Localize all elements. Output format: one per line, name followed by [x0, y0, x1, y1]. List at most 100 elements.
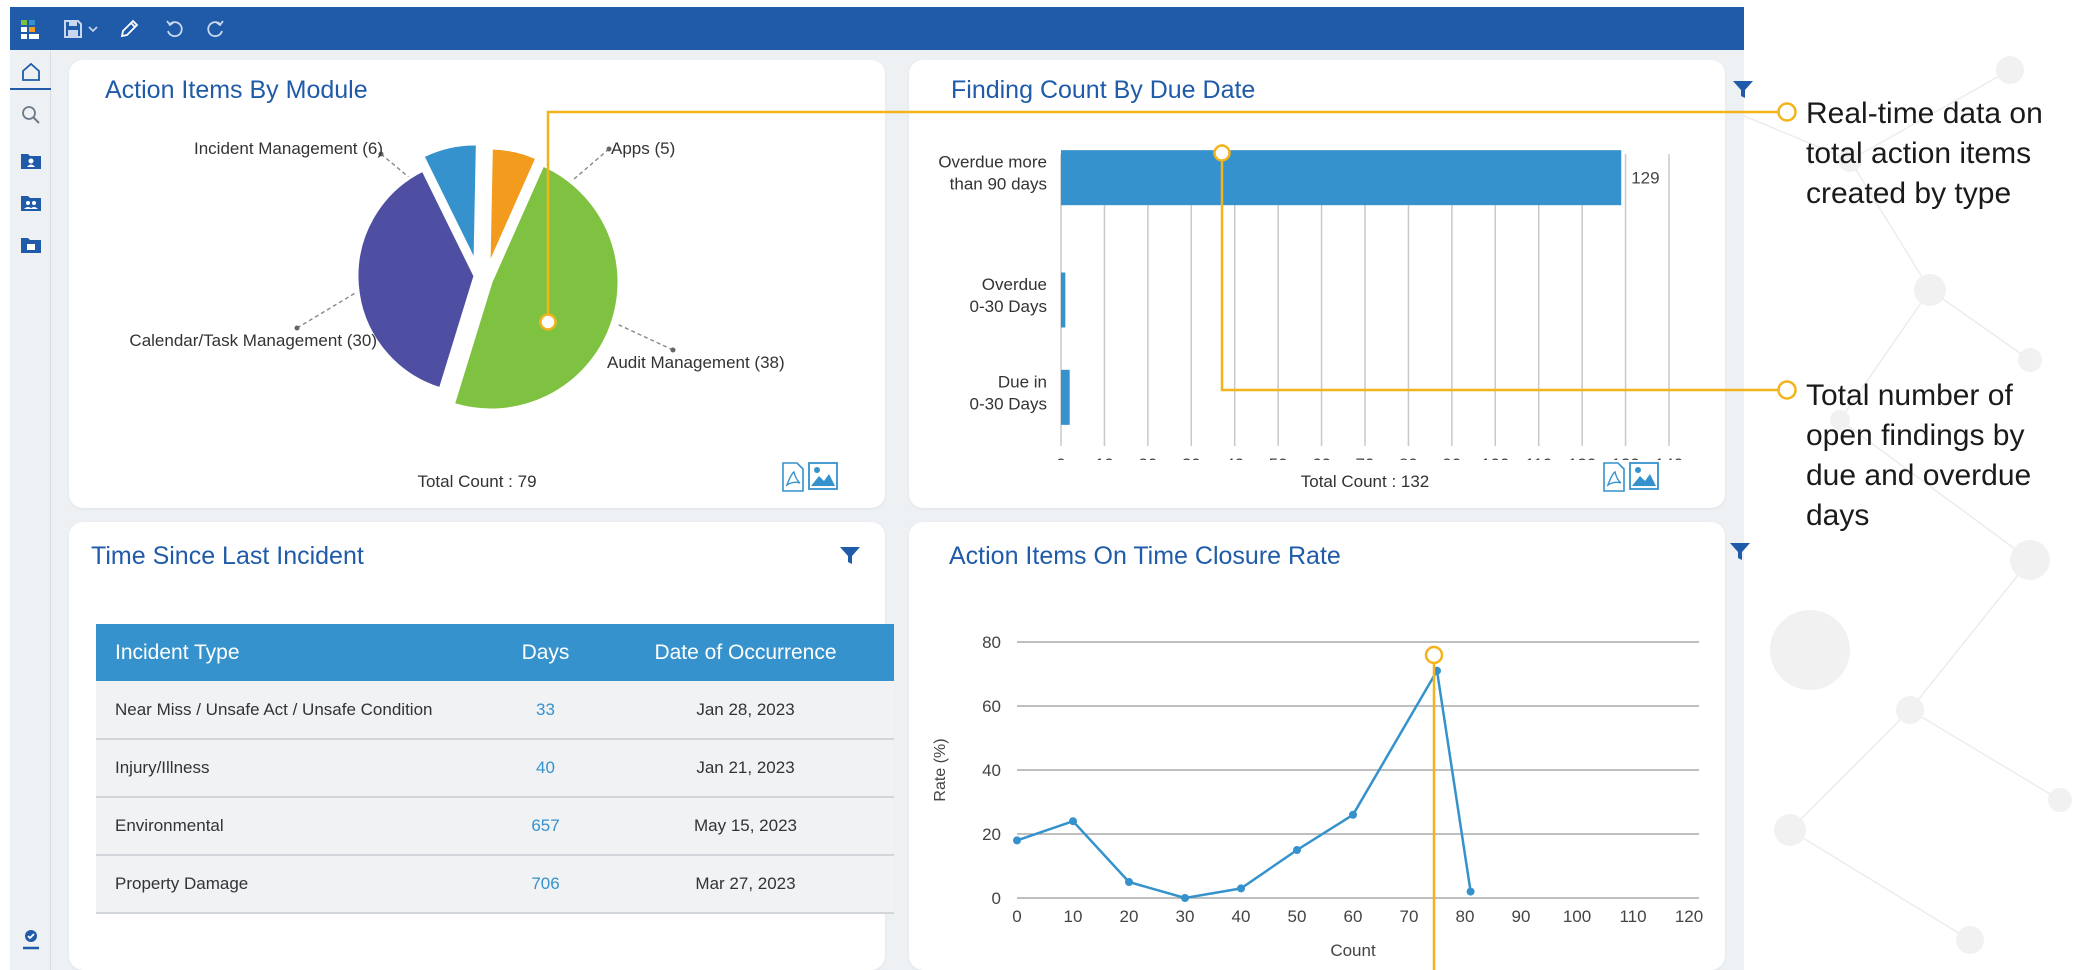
- redo-icon[interactable]: [200, 7, 230, 50]
- closure-rate-line-chart: 0 20 40 60 80 0 10 20 30 40 50 60 70 80 90 100 110 120 Cou…: [932, 633, 1703, 960]
- x-tick-label: 10: [1095, 455, 1114, 460]
- bar: [1061, 369, 1070, 425]
- x-tick-label: 70: [1400, 907, 1419, 926]
- action-items-total: Total Count : 79: [417, 472, 537, 491]
- y-category-label: 0-30 Days: [970, 297, 1047, 316]
- filter-icon[interactable]: [1732, 80, 1754, 100]
- bar: [1061, 150, 1622, 206]
- pie-slice-label: Incident Management (6): [194, 139, 383, 158]
- pdf-export-icon[interactable]: [1602, 462, 1626, 492]
- incident-type-cell: Environmental: [96, 797, 494, 856]
- filter-icon[interactable]: [1729, 542, 1751, 562]
- date-cell: Mar 27, 2023: [597, 855, 894, 914]
- incident-type-cell: Injury/Illness: [96, 739, 494, 798]
- folder-group-icon[interactable]: [10, 186, 51, 220]
- date-cell: Jan 21, 2023: [597, 739, 894, 798]
- x-tick-label: 40: [1232, 907, 1251, 926]
- x-tick-label: 90: [1442, 455, 1461, 460]
- bar-data-label: 129: [1631, 169, 1659, 188]
- finding-count-total: Total Count : 132: [1300, 472, 1430, 491]
- image-export-icon[interactable]: [808, 462, 838, 490]
- pie-leader-line: [296, 291, 358, 329]
- y-category-label: Overdue more: [938, 153, 1047, 172]
- filter-icon[interactable]: [839, 546, 861, 566]
- folder-calendar-icon[interactable]: [10, 228, 51, 262]
- table-row[interactable]: Environmental 657 May 15, 2023: [96, 797, 894, 856]
- days-cell[interactable]: 40: [494, 739, 597, 798]
- finding-count-title: Finding Count By Due Date: [951, 76, 1256, 104]
- finding-count-card: Finding Count By Due Date 0 10 20 30 40 50 60 7…: [909, 60, 1753, 508]
- x-tick-label: 80: [1456, 907, 1475, 926]
- x-tick-label: 30: [1176, 907, 1195, 926]
- x-tick-label: 120: [1675, 907, 1703, 926]
- user-check-icon[interactable]: [10, 922, 51, 956]
- x-tick-label: 100: [1563, 907, 1591, 926]
- chevron-down-icon[interactable]: [86, 7, 100, 50]
- series-line: [1016, 667, 1472, 900]
- image-export-icon[interactable]: [1629, 462, 1659, 490]
- x-tick-label: 60: [1344, 907, 1363, 926]
- pie-slice-label: Audit Management (38): [607, 353, 785, 372]
- days-cell[interactable]: 33: [494, 681, 597, 740]
- folder-user-icon[interactable]: [10, 144, 51, 178]
- left-sidebar: [10, 50, 51, 970]
- pie-slice-label: Calendar/Task Management (30): [129, 331, 377, 350]
- x-tick-label: 140: [1655, 455, 1683, 460]
- date-cell: May 15, 2023: [597, 797, 894, 856]
- data-point: [1349, 810, 1357, 819]
- x-tick-label: 120: [1568, 455, 1596, 460]
- x-tick-label: 70: [1356, 455, 1375, 460]
- closure-rate-title: Action Items On Time Closure Rate: [949, 542, 1341, 570]
- export-buttons: [781, 462, 838, 492]
- callout-bottom-text: Total number of open findings by due and…: [1806, 379, 2032, 532]
- y-tick-label: 40: [982, 761, 1001, 780]
- y-tick-label: 80: [982, 633, 1001, 652]
- x-tick-label: 60: [1312, 455, 1331, 460]
- days-cell[interactable]: 706: [494, 855, 597, 914]
- y-axis-label: Rate (%): [932, 738, 949, 801]
- home-icon[interactable]: [10, 56, 51, 90]
- y-tick-label: 20: [982, 825, 1001, 844]
- x-tick-label: 0: [1012, 907, 1021, 926]
- x-axis-label: Count: [1330, 941, 1376, 960]
- x-tick-label: 10: [1064, 907, 1083, 926]
- y-tick-label: 60: [982, 697, 1001, 716]
- data-point: [1181, 894, 1189, 902]
- save-icon[interactable]: [60, 7, 86, 50]
- y-category-label: 0-30 Days: [970, 394, 1047, 413]
- x-tick-label: 130: [1611, 455, 1639, 460]
- column-header-date[interactable]: Date of Occurrence: [597, 624, 894, 681]
- pdf-export-icon[interactable]: [781, 462, 805, 492]
- data-point: [1237, 884, 1245, 893]
- app-tree-icon[interactable]: [14, 7, 48, 50]
- table-row[interactable]: Injury/Illness 40 Jan 21, 2023: [96, 739, 894, 798]
- x-tick-label: 90: [1512, 907, 1531, 926]
- x-tick-label: 110: [1525, 455, 1552, 460]
- action-items-card: Action Items By Module Incident Manageme…: [69, 60, 885, 508]
- search-icon[interactable]: [10, 98, 51, 132]
- data-point: [1466, 887, 1475, 896]
- column-header-days[interactable]: Days: [494, 624, 597, 681]
- dashboard-surface: Action Items By Module Incident Manageme…: [51, 50, 1753, 970]
- table-row[interactable]: Near Miss / Unsafe Act / Unsafe Conditio…: [96, 681, 894, 740]
- bar: [1061, 272, 1066, 328]
- pie-slice: [451, 163, 621, 412]
- finding-count-bar-chart: 0 10 20 30 40 50 60 70 80 90 100 110 120 130 140 Overdu…: [938, 150, 1683, 460]
- action-items-title: Action Items By Module: [105, 76, 368, 104]
- y-tick-label: 0: [992, 889, 1001, 908]
- y-category-label: Due in: [998, 372, 1047, 391]
- x-tick-label: 20: [1120, 907, 1139, 926]
- column-header-incident-type[interactable]: Incident Type: [96, 624, 494, 681]
- edit-pencil-icon[interactable]: [114, 7, 144, 50]
- data-point: [1013, 836, 1021, 845]
- x-tick-label: 50: [1269, 455, 1288, 460]
- action-items-pie-chart: Incident Management (6) Apps (5) Audit Man…: [129, 139, 785, 412]
- callout-top-text: Real-time data on total action items cre…: [1806, 97, 2043, 210]
- table-row[interactable]: Property Damage 706 Mar 27, 2023: [96, 855, 894, 914]
- time-since-title: Time Since Last Incident: [91, 542, 364, 570]
- days-cell[interactable]: 657: [494, 797, 597, 856]
- x-tick-label: 110: [1619, 907, 1646, 926]
- undo-icon[interactable]: [160, 7, 190, 50]
- pie-leader-dot: [670, 347, 676, 353]
- data-point: [1069, 817, 1077, 826]
